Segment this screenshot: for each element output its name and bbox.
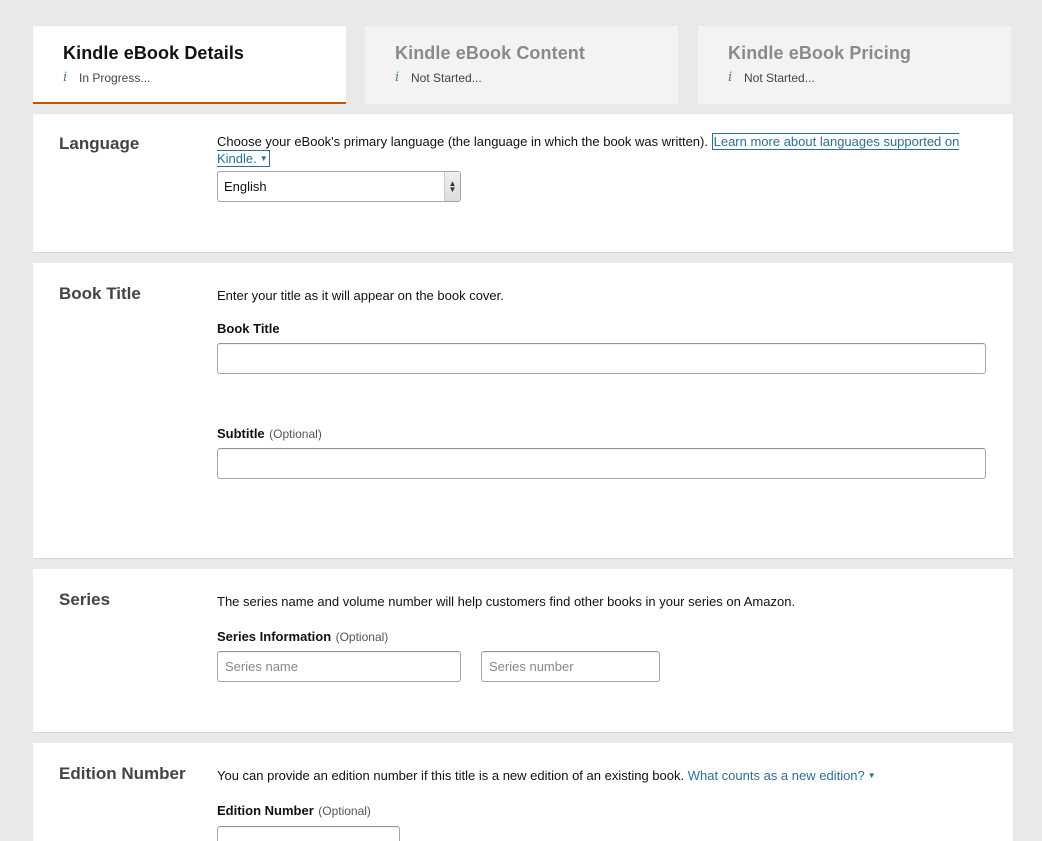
edition-heading: Edition Number [59, 764, 186, 783]
series-number-input[interactable]: Series number [481, 651, 660, 682]
subtitle-label-row: Subtitle (Optional) [217, 425, 322, 443]
caret-down-icon: ▼ [867, 771, 876, 780]
select-updown-icon: ▲ ▼ [444, 172, 460, 201]
language-description-text: Choose your eBook's primary language (th… [217, 134, 708, 149]
series-label: Series Information [217, 629, 332, 644]
tab-pricing[interactable]: Kindle eBook Pricing i Not Started... [698, 26, 1011, 104]
edition-body: You can provide an edition number if thi… [217, 767, 987, 784]
language-description: Choose your eBook's primary language (th… [217, 133, 987, 167]
tab-content-status-text: Not Started... [411, 70, 482, 85]
series-description: The series name and volume number will h… [217, 594, 796, 609]
edition-help-link[interactable]: What counts as a new edition? ▼ [688, 768, 876, 783]
language-section: Language Choose your eBook's primary lan… [33, 114, 1013, 253]
tab-details-title: Kindle eBook Details [63, 43, 245, 63]
tab-content[interactable]: Kindle eBook Content i Not Started... [365, 26, 678, 104]
language-heading: Language [59, 134, 140, 153]
book-title-input[interactable] [217, 343, 986, 374]
edition-section: Edition Number You can provide an editio… [33, 743, 1013, 841]
subtitle-input[interactable] [217, 448, 986, 479]
tab-content-title: Kindle eBook Content [395, 43, 585, 63]
language-selected-value: English [224, 179, 267, 194]
progress-tabs: Kindle eBook Details i In Progress... Ki… [33, 26, 1013, 104]
tab-details-status-text: In Progress... [79, 70, 151, 85]
series-body: The series name and volume number will h… [217, 593, 987, 610]
subtitle-optional: (Optional) [269, 427, 322, 441]
tab-pricing-title: Kindle eBook Pricing [728, 43, 912, 63]
edition-description: You can provide an edition number if thi… [217, 767, 987, 784]
edition-label-row: Edition Number (Optional) [217, 802, 371, 820]
tab-content-status: i Not Started... [395, 70, 678, 85]
caret-down-icon: ▼ [259, 154, 268, 163]
tab-details-status: i In Progress... [63, 70, 346, 85]
tab-details[interactable]: Kindle eBook Details i In Progress... [33, 26, 346, 104]
edition-help-link-text: What counts as a new edition? [687, 768, 865, 783]
edition-number-input[interactable] [217, 826, 400, 841]
book-title-body: Enter your title as it will appear on th… [217, 287, 987, 304]
edition-optional: (Optional) [318, 804, 371, 818]
series-section: Series The series name and volume number… [33, 569, 1013, 733]
book-title-section: Book Title Enter your title as it will a… [33, 263, 1013, 559]
series-heading: Series [59, 590, 111, 609]
edition-description-text: You can provide an edition number if thi… [217, 768, 685, 783]
book-title-description: Enter your title as it will appear on th… [217, 288, 504, 303]
info-icon: i [395, 70, 400, 85]
series-optional: (Optional) [335, 630, 389, 644]
subtitle-label: Subtitle [217, 426, 265, 441]
info-icon: i [63, 70, 68, 85]
tab-pricing-status-text: Not Started... [744, 70, 815, 85]
book-title-label: Book Title [217, 321, 280, 336]
language-select[interactable]: English ▲ ▼ [217, 171, 461, 202]
info-icon: i [728, 70, 733, 85]
series-name-input[interactable]: Series name [217, 651, 461, 682]
series-label-row: Series Information (Optional) [217, 628, 388, 646]
tab-pricing-status: i Not Started... [728, 70, 1011, 85]
book-title-heading: Book Title [59, 284, 141, 303]
language-body: Choose your eBook's primary language (th… [217, 133, 987, 167]
edition-label: Edition Number [217, 803, 314, 818]
